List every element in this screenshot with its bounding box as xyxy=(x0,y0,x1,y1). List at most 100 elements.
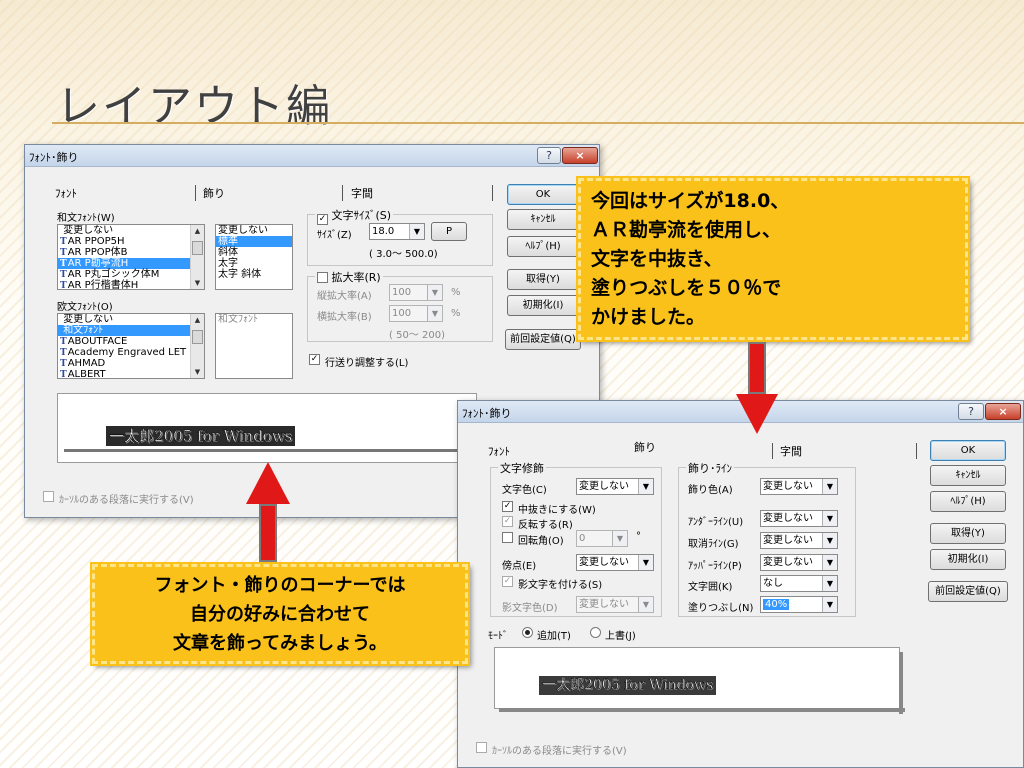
close-button[interactable]: × xyxy=(562,147,598,164)
list-item[interactable]: TALBERT xyxy=(58,369,204,378)
en-font-list[interactable]: 変更しない 和文ﾌｫﾝﾄ TABOUTFACE TAcademy Engrave… xyxy=(57,313,205,379)
scroll-thumb[interactable] xyxy=(192,241,203,255)
list-item[interactable]: TAcademy Engraved LET xyxy=(58,347,204,358)
arrow-up-shaft xyxy=(259,504,277,562)
preview-area: 一太郎2005 for Windows xyxy=(57,393,477,463)
cursor-apply-checkbox[interactable] xyxy=(43,491,54,502)
rotate-combo[interactable]: 0 ▼ xyxy=(576,530,628,547)
list-item-selected[interactable]: 和文ﾌｫﾝﾄ xyxy=(58,325,204,336)
list-item[interactable]: 太字 xyxy=(216,258,292,269)
cancel-button[interactable]: ｷｬﾝｾﾙ xyxy=(930,465,1006,486)
emphasis-label: 傍点(E) xyxy=(502,561,537,572)
invert-checkbox[interactable]: ✓ xyxy=(502,516,513,527)
get-button[interactable]: 取得(Y) xyxy=(507,269,579,290)
strike-combo[interactable]: 変更しない ▼ xyxy=(760,532,838,549)
initialize-button[interactable]: 初期化(I) xyxy=(507,295,579,316)
list-item[interactable]: TAR PPOP5H xyxy=(58,236,204,247)
scrollbar[interactable]: ▲ ▼ xyxy=(190,225,204,289)
deco-color-combo[interactable]: 変更しない ▼ xyxy=(760,478,838,495)
dropdown-arrow-icon[interactable]: ▼ xyxy=(822,479,837,494)
size-checkbox[interactable]: ✓ xyxy=(317,214,328,225)
text-color-combo[interactable]: 変更しない ▼ xyxy=(576,478,654,495)
upper-line-label: ｱｯﾊﾟｰﾗｲﾝ(P) xyxy=(688,561,742,572)
list-item-selected[interactable]: 標準 xyxy=(216,236,292,247)
list-item[interactable]: 和文ﾌｫﾝﾄ xyxy=(216,314,292,325)
list-item[interactable]: 変更しない xyxy=(58,225,204,236)
list-item[interactable]: 太字 斜体 xyxy=(216,269,292,280)
hollow-checkbox[interactable]: ✓ xyxy=(502,501,513,512)
previous-settings-button[interactable]: 前回設定値(Q) xyxy=(505,329,581,350)
list-item[interactable]: 斜体 xyxy=(216,247,292,258)
scroll-up-icon[interactable]: ▲ xyxy=(191,225,204,237)
shadow-color-label: 影文字色(D) xyxy=(502,603,558,614)
scroll-up-icon[interactable]: ▲ xyxy=(191,314,204,326)
list-item[interactable]: TAR P丸ゴシック体M xyxy=(58,269,204,280)
help-title-button[interactable]: ? xyxy=(537,147,561,164)
scroll-down-icon[interactable]: ▼ xyxy=(191,277,204,289)
dropdown-arrow-icon[interactable]: ▼ xyxy=(822,597,837,612)
line-adjust-checkbox[interactable]: ✓ xyxy=(309,354,320,365)
font-style-list[interactable]: 変更しない 標準 斜体 太字 太字 斜体 xyxy=(215,224,293,290)
list-item[interactable]: TABOUTFACE xyxy=(58,336,204,347)
height-scale-combo[interactable]: 100 ▼ xyxy=(389,284,443,301)
scale-checkbox[interactable] xyxy=(317,272,328,283)
tab-decoration[interactable]: 飾り xyxy=(203,185,225,201)
title-rule xyxy=(52,122,1024,124)
scroll-down-icon[interactable]: ▼ xyxy=(191,366,204,378)
point-button[interactable]: P xyxy=(431,222,467,241)
emphasis-combo[interactable]: 変更しない ▼ xyxy=(576,554,654,571)
dropdown-arrow-icon[interactable]: ▼ xyxy=(822,555,837,570)
cancel-button[interactable]: ｷｬﾝｾﾙ xyxy=(507,209,579,230)
mode-overwrite-radio[interactable] xyxy=(590,627,601,638)
dropdown-arrow-icon[interactable]: ▼ xyxy=(638,479,653,494)
jp-font-list[interactable]: 変更しない TAR PPOP5H TAR PPOP体B TAR P勘亭流H TA… xyxy=(57,224,205,290)
list-item-selected[interactable]: TAR P勘亭流H xyxy=(58,258,204,269)
scrollbar[interactable]: ▲ ▼ xyxy=(190,314,204,378)
tab-font[interactable]: ﾌｫﾝﾄ xyxy=(488,443,510,459)
dropdown-arrow-icon[interactable]: ▼ xyxy=(822,511,837,526)
list-item[interactable]: 変更しない xyxy=(58,314,204,325)
previous-settings-button[interactable]: 前回設定値(Q) xyxy=(928,581,1008,602)
mode-add-label: 追加(T) xyxy=(537,631,571,642)
width-scale-combo[interactable]: 100 ▼ xyxy=(389,305,443,322)
list-item[interactable]: TAHMAD xyxy=(58,358,204,369)
tab-font[interactable]: ﾌｫﾝﾄ xyxy=(55,185,77,201)
upper-line-combo[interactable]: 変更しない ▼ xyxy=(760,554,838,571)
close-button[interactable]: × xyxy=(985,403,1021,420)
help-button[interactable]: ﾍﾙﾌﾟ(H) xyxy=(930,491,1006,512)
dropdown-arrow-icon[interactable]: ▼ xyxy=(822,533,837,548)
scroll-thumb[interactable] xyxy=(192,330,203,344)
dropdown-arrow-icon[interactable]: ▼ xyxy=(612,531,627,546)
ok-button[interactable]: OK xyxy=(507,184,579,205)
cursor-apply-checkbox[interactable] xyxy=(476,742,487,753)
get-button[interactable]: 取得(Y) xyxy=(930,523,1006,544)
fill-combo[interactable]: 40% ▼ xyxy=(760,596,838,613)
underline-combo[interactable]: 変更しない ▼ xyxy=(760,510,838,527)
dropdown-arrow-icon[interactable]: ▼ xyxy=(822,576,837,591)
help-button[interactable]: ﾍﾙﾌﾟ(H) xyxy=(507,236,579,257)
tab-decoration[interactable]: 飾り xyxy=(634,439,656,455)
dialog-titlebar[interactable]: ﾌｫﾝﾄ･飾り xyxy=(25,145,599,167)
en-style-list[interactable]: 和文ﾌｫﾝﾄ xyxy=(215,313,293,379)
size-combo[interactable]: 18.0 ▼ xyxy=(369,223,425,240)
border-combo[interactable]: なし ▼ xyxy=(760,575,838,592)
shadow-checkbox[interactable]: ✓ xyxy=(502,576,513,587)
dropdown-arrow-icon[interactable]: ▼ xyxy=(409,224,424,239)
tab-spacing[interactable]: 字間 xyxy=(351,185,373,201)
mode-add-radio[interactable] xyxy=(522,627,533,638)
list-item[interactable]: TAR PPOP体B xyxy=(58,247,204,258)
dropdown-arrow-icon[interactable]: ▼ xyxy=(638,555,653,570)
list-item[interactable]: TAR P行楷書体H xyxy=(58,280,204,289)
list-item[interactable]: 変更しない xyxy=(216,225,292,236)
dropdown-arrow-icon[interactable]: ▼ xyxy=(427,306,442,321)
shadow-color-combo[interactable]: 変更しない ▼ xyxy=(576,596,654,613)
initialize-button[interactable]: 初期化(I) xyxy=(930,549,1006,570)
dropdown-arrow-icon[interactable]: ▼ xyxy=(427,285,442,300)
help-title-button[interactable]: ? xyxy=(958,403,984,420)
dropdown-arrow-icon[interactable]: ▼ xyxy=(638,597,653,612)
preview-baseline xyxy=(64,449,470,452)
tab-spacing[interactable]: 字間 xyxy=(780,443,802,459)
truetype-icon: T xyxy=(60,270,67,280)
ok-button[interactable]: OK xyxy=(930,440,1006,461)
rotate-checkbox[interactable] xyxy=(502,532,513,543)
